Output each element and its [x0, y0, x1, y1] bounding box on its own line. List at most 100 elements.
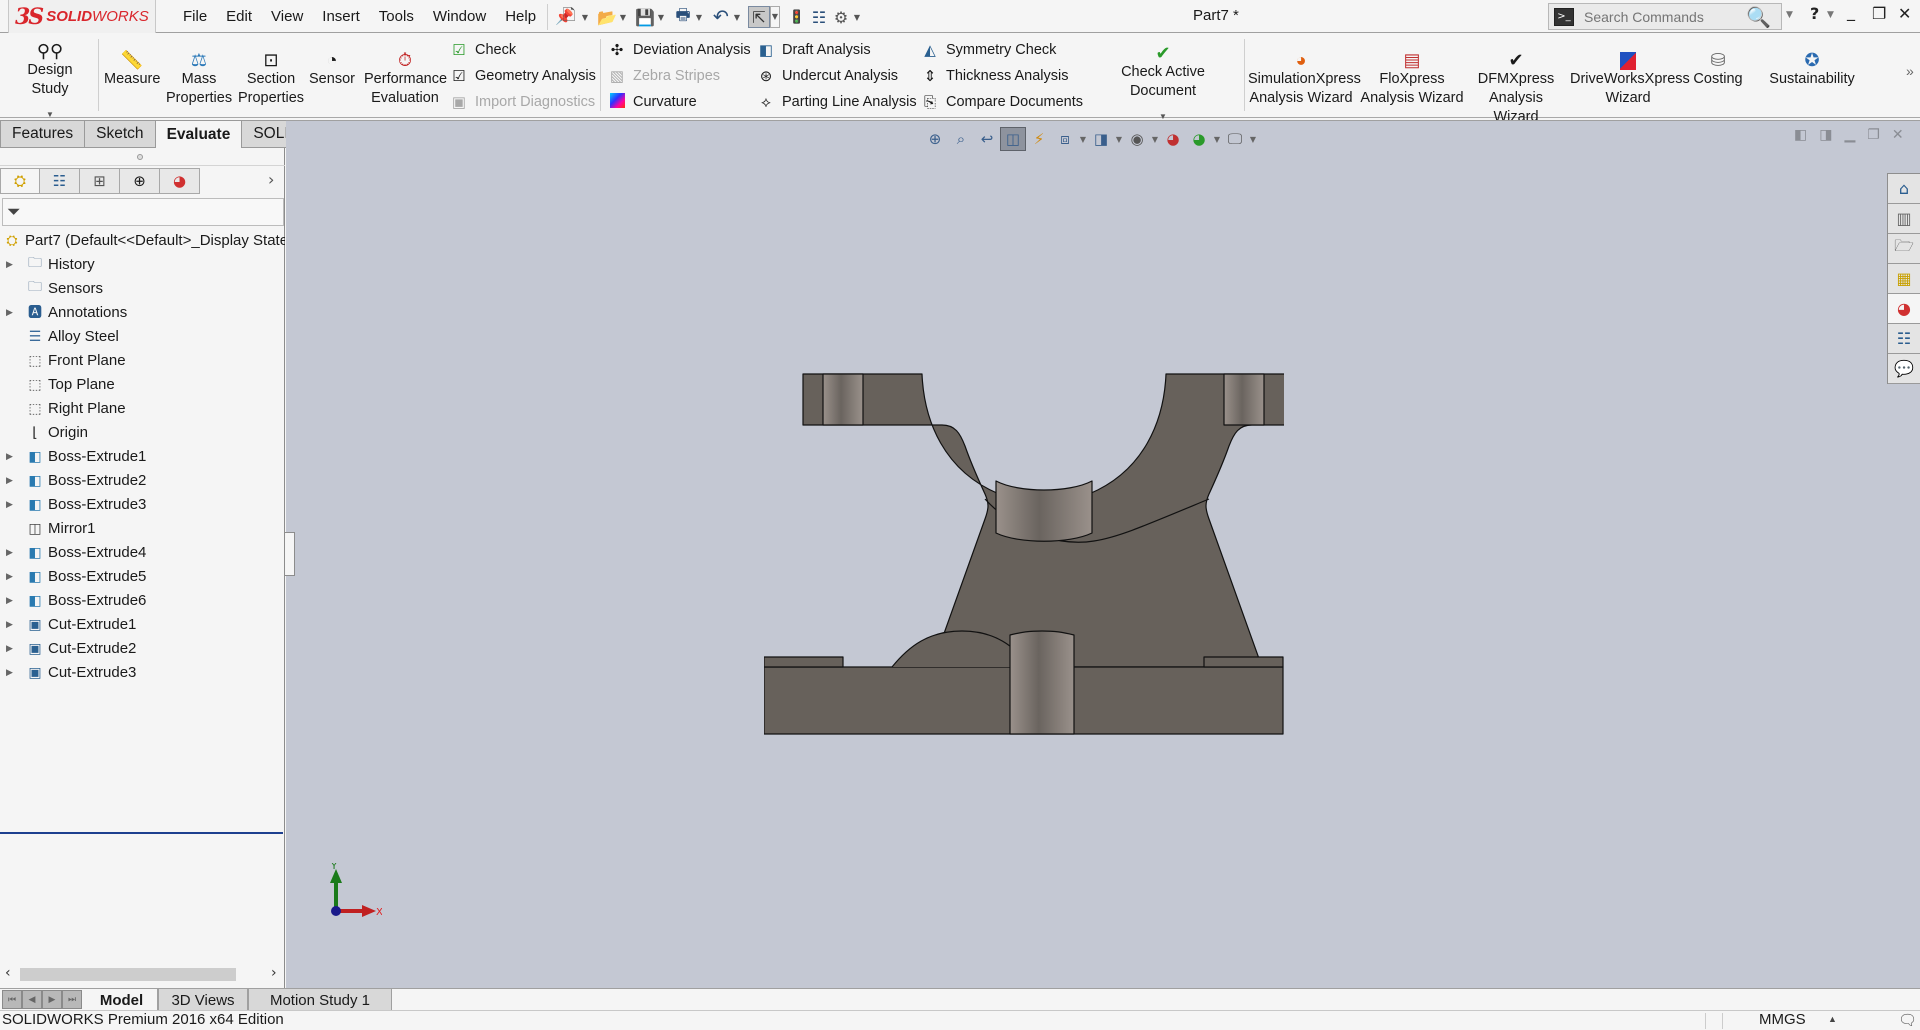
units-menu-icon[interactable]: ▲ [1828, 1014, 1837, 1024]
dimxpert-manager-tab[interactable]: ⊕ [120, 168, 160, 194]
rebuild-icon[interactable]: 🚦 [786, 6, 808, 28]
tree-root-part[interactable]: ⛭ Part7 (Default<<Default>_Display State … [0, 228, 285, 252]
view-orientation-icon[interactable]: ⧈ [1052, 127, 1078, 151]
tab-motion-study-1[interactable]: Motion Study 1 [248, 989, 392, 1011]
tree-item-history[interactable]: ▶ 🗀 History [0, 252, 285, 276]
design-library-icon[interactable]: ▥ [1888, 204, 1920, 234]
tile-right-icon[interactable]: ◨ [1819, 127, 1832, 143]
tree-item-cut-extrude2[interactable]: ▶ ▣ Cut-Extrude2 [0, 636, 285, 660]
section-view-icon[interactable]: ◫ [1000, 127, 1026, 151]
dynamic-annotation-views-icon[interactable]: ⚡ [1026, 127, 1052, 151]
expand-arrow-icon[interactable]: ▶ [6, 547, 13, 558]
print-dropdown[interactable]: ▼ [694, 13, 704, 22]
minimize-icon[interactable]: _ [1847, 2, 1855, 21]
display-style-dropdown[interactable]: ▼ [1114, 135, 1124, 144]
display-style-icon[interactable]: ◨ [1088, 127, 1114, 151]
print-icon[interactable]: 🖶 [672, 5, 694, 28]
options-dropdown[interactable]: ▼ [852, 13, 862, 22]
costing-button[interactable]: ⛁ Costing [1690, 40, 1746, 89]
thickness-analysis-button[interactable]: ⇕ Thickness Analysis [919, 63, 1069, 89]
menu-file[interactable]: File [183, 8, 207, 25]
save-icon[interactable]: 💾 [634, 6, 656, 28]
apply-scene-icon[interactable]: ◕ [1186, 127, 1212, 151]
new-dropdown[interactable]: ▼ [580, 13, 590, 22]
menu-window[interactable]: Window [433, 8, 486, 25]
check-button[interactable]: ☑ Check [448, 37, 516, 63]
expand-arrow-icon[interactable]: ▶ [6, 619, 13, 630]
tree-item-boss-extrude5[interactable]: ▶ ◧ Boss-Extrude5 [0, 564, 285, 588]
tree-item-mirror1[interactable]: ◫ Mirror1 [0, 516, 285, 540]
last-tab-icon[interactable]: ⏭ [62, 990, 82, 1009]
dfmxpress-button[interactable]: ✔ DFMXpress Analysis Wizard [1466, 40, 1566, 127]
menu-help[interactable]: Help [505, 8, 536, 25]
zebra-stripes-button[interactable]: ▧ Zebra Stripes [606, 63, 720, 89]
symmetry-check-button[interactable]: ◭ Symmetry Check [919, 37, 1056, 63]
draft-analysis-button[interactable]: ◧ Draft Analysis [755, 37, 871, 63]
ribbon-more-icon[interactable]: » [1906, 63, 1914, 79]
tile-left-icon[interactable]: ◧ [1794, 127, 1807, 143]
solidworks-resources-icon[interactable]: ⌂ [1888, 174, 1920, 204]
tab-3d-views[interactable]: 3D Views [158, 989, 248, 1011]
parting-line-analysis-button[interactable]: ⟡ Parting Line Analysis [755, 89, 917, 115]
first-tab-icon[interactable]: ⏮ [2, 990, 22, 1009]
scroll-left-icon[interactable]: ‹ [5, 965, 11, 981]
expand-arrow-icon[interactable]: ▶ [6, 595, 13, 606]
display-manager-tab[interactable]: ◕ [160, 168, 200, 194]
units-label[interactable]: MMGS [1759, 1011, 1806, 1028]
graphics-area[interactable]: ⊕ ⌕ ↩ ◫ ⚡ ⧈ ▼ ◨ ▼ ◉ ▼ ◕ ◕ ▼ 🖵 ▼ ◧ ◨ ▁ ❐ ✕ ⌂ ▥… [286, 120, 1920, 990]
appearances-scenes-icon[interactable]: ◕ [1888, 294, 1920, 324]
panel-splitter-handle[interactable] [0, 148, 285, 166]
menu-edit[interactable]: Edit [226, 8, 252, 25]
measure-button[interactable]: 📏 Measure [104, 40, 160, 89]
previous-view-icon[interactable]: ↩ [974, 127, 1000, 151]
view-settings-dropdown[interactable]: ▼ [1248, 135, 1258, 144]
search-icon[interactable]: 🔍 [1746, 5, 1771, 29]
menu-tools[interactable]: Tools [379, 8, 414, 25]
property-manager-tab[interactable]: ☷ [40, 168, 80, 194]
deviation-analysis-button[interactable]: ✣ Deviation Analysis [606, 37, 751, 63]
tree-item-boss-extrude6[interactable]: ▶ ◧ Boss-Extrude6 [0, 588, 285, 612]
solidworks-logo[interactable]: 3S SOLIDWORKS [8, 0, 156, 33]
tree-horizontal-scrollbar[interactable]: ‹ › [0, 964, 285, 984]
hide-show-dropdown[interactable]: ▼ [1150, 135, 1160, 144]
tree-item-sensors[interactable]: 🗀 Sensors [0, 276, 285, 300]
select-icon[interactable]: ⇱ [748, 6, 770, 28]
tooltip-toggle-icon[interactable]: 🗨 [1898, 1011, 1917, 1029]
undercut-analysis-button[interactable]: ⊛ Undercut Analysis [755, 63, 898, 89]
part-model-view[interactable] [764, 361, 1284, 741]
scroll-right-icon[interactable]: › [271, 965, 277, 981]
mass-properties-button[interactable]: ⚖ Mass Properties [166, 40, 232, 108]
feature-manager-tab[interactable]: ⛭ [0, 168, 40, 194]
next-tab-icon[interactable]: ▶ [42, 990, 62, 1009]
simulationxpress-button[interactable]: ◕ SimulationXpress Analysis Wizard [1248, 40, 1361, 108]
expand-arrow-icon[interactable]: ▶ [6, 475, 13, 486]
view-orientation-dropdown[interactable]: ▼ [1078, 135, 1088, 144]
undo-dropdown[interactable]: ▼ [732, 13, 742, 22]
expand-arrow-icon[interactable]: ▶ [6, 307, 13, 318]
select-dropdown[interactable]: ▼ [770, 6, 780, 28]
close-icon[interactable]: ✕ [1898, 4, 1911, 23]
menu-insert[interactable]: Insert [322, 8, 360, 25]
menu-view[interactable]: View [271, 8, 303, 25]
tree-item-right-plane[interactable]: ⬚ Right Plane [0, 396, 285, 420]
undo-icon[interactable]: ↶ [710, 6, 732, 28]
geometry-analysis-button[interactable]: ☑ Geometry Analysis [448, 63, 596, 89]
zoom-to-area-icon[interactable]: ⌕ [948, 127, 974, 151]
tree-item-front-plane[interactable]: ⬚ Front Plane [0, 348, 285, 372]
options-gear-icon[interactable]: ⚙ [830, 6, 852, 28]
search-dropdown[interactable]: ▼ [1786, 10, 1793, 20]
apply-scene-dropdown[interactable]: ▼ [1212, 135, 1222, 144]
help-icon[interactable]: ? [1810, 4, 1819, 23]
solidworks-forum-icon[interactable]: 💬 [1888, 354, 1920, 384]
scroll-thumb[interactable] [20, 968, 236, 981]
tree-item-cut-extrude3[interactable]: ▶ ▣ Cut-Extrude3 [0, 660, 285, 684]
file-explorer-icon[interactable]: 🗁 [1888, 234, 1920, 264]
expand-arrow-icon[interactable]: ▶ [6, 499, 13, 510]
expand-arrow-icon[interactable]: ▶ [6, 451, 13, 462]
doc-restore-icon[interactable]: ❐ [1867, 127, 1880, 143]
edit-appearance-icon[interactable]: ◕ [1160, 127, 1186, 151]
tab-model[interactable]: Model [86, 989, 158, 1011]
previous-tab-icon[interactable]: ◀ [22, 990, 42, 1009]
tree-item-top-plane[interactable]: ⬚ Top Plane [0, 372, 285, 396]
zoom-to-fit-icon[interactable]: ⊕ [922, 127, 948, 151]
